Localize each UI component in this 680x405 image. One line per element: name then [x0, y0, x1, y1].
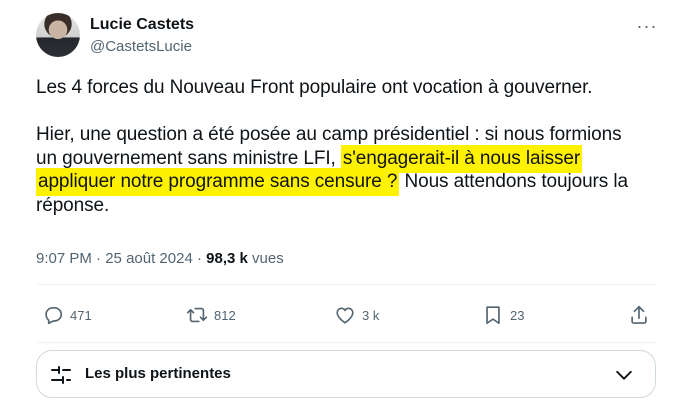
- tweet-text-plain: un gouvernement sans ministre LFI,: [36, 147, 341, 169]
- bookmark-icon: [486, 306, 500, 325]
- author-display-name[interactable]: Lucie Castets: [90, 15, 194, 35]
- retweet-button[interactable]: 812: [186, 298, 236, 332]
- reply-button[interactable]: 471: [42, 298, 92, 332]
- meta-separator: ·: [96, 250, 102, 267]
- author-names: Lucie Castets @CastetsLucie: [90, 15, 194, 57]
- author-handle[interactable]: @CastetsLucie: [90, 37, 194, 57]
- divider: [36, 284, 656, 285]
- share-button[interactable]: [628, 298, 650, 332]
- tweet-paragraph-1: Les 4 forces du Nouveau Front populaire …: [36, 77, 593, 98]
- sliders-icon: [49, 363, 73, 387]
- tweet-line: appliquer notre programme sans censure ?…: [36, 170, 651, 194]
- like-count: 3 k: [362, 307, 380, 323]
- retweet-count: 812: [214, 307, 236, 323]
- tweet-time[interactable]: 9:07 PM: [36, 250, 92, 267]
- tweet-line: Hier, une question a été posée au camp p…: [36, 124, 622, 145]
- tweet-line: réponse.: [36, 194, 110, 216]
- views-label: vues: [252, 250, 284, 267]
- tweet-date[interactable]: 25 août 2024: [105, 250, 193, 267]
- tweet-header: Lucie Castets @CastetsLucie ···: [36, 13, 660, 59]
- bookmark-count: 23: [510, 307, 525, 323]
- tweet-text-plain: Nous attendons toujours la: [399, 171, 628, 192]
- tweet-text: Les 4 forces du Nouveau Front populaire …: [36, 76, 651, 217]
- sort-replies-dropdown[interactable]: Les plus pertinentes: [36, 350, 656, 398]
- reply-count: 471: [70, 307, 92, 323]
- heart-icon: [336, 307, 354, 324]
- bookmark-button[interactable]: 23: [482, 298, 524, 332]
- share-icon: [631, 305, 647, 324]
- like-button[interactable]: 3 k: [334, 298, 379, 332]
- views-count: 98,3 k: [206, 250, 248, 267]
- meta-separator: ·: [196, 250, 202, 267]
- action-bar: 471 812 3 k 23: [36, 298, 656, 332]
- tweet-meta: 9:07 PM · 25 août 2024 · 98,3 k vues: [36, 248, 284, 270]
- retweet-icon: [186, 307, 208, 323]
- sort-label: Les plus pertinentes: [85, 365, 231, 382]
- highlighted-text: appliquer notre programme sans censure ?: [36, 171, 400, 192]
- reply-icon: [45, 307, 63, 325]
- more-dots-icon[interactable]: ···: [634, 17, 660, 37]
- chevron-down-icon: [613, 364, 635, 386]
- avatar[interactable]: [36, 13, 80, 57]
- tweet-line: un gouvernement sans ministre LFI, s'eng…: [36, 147, 651, 171]
- divider: [36, 342, 656, 343]
- highlighted-text: s'engagerait-il à nous laisser: [340, 147, 583, 169]
